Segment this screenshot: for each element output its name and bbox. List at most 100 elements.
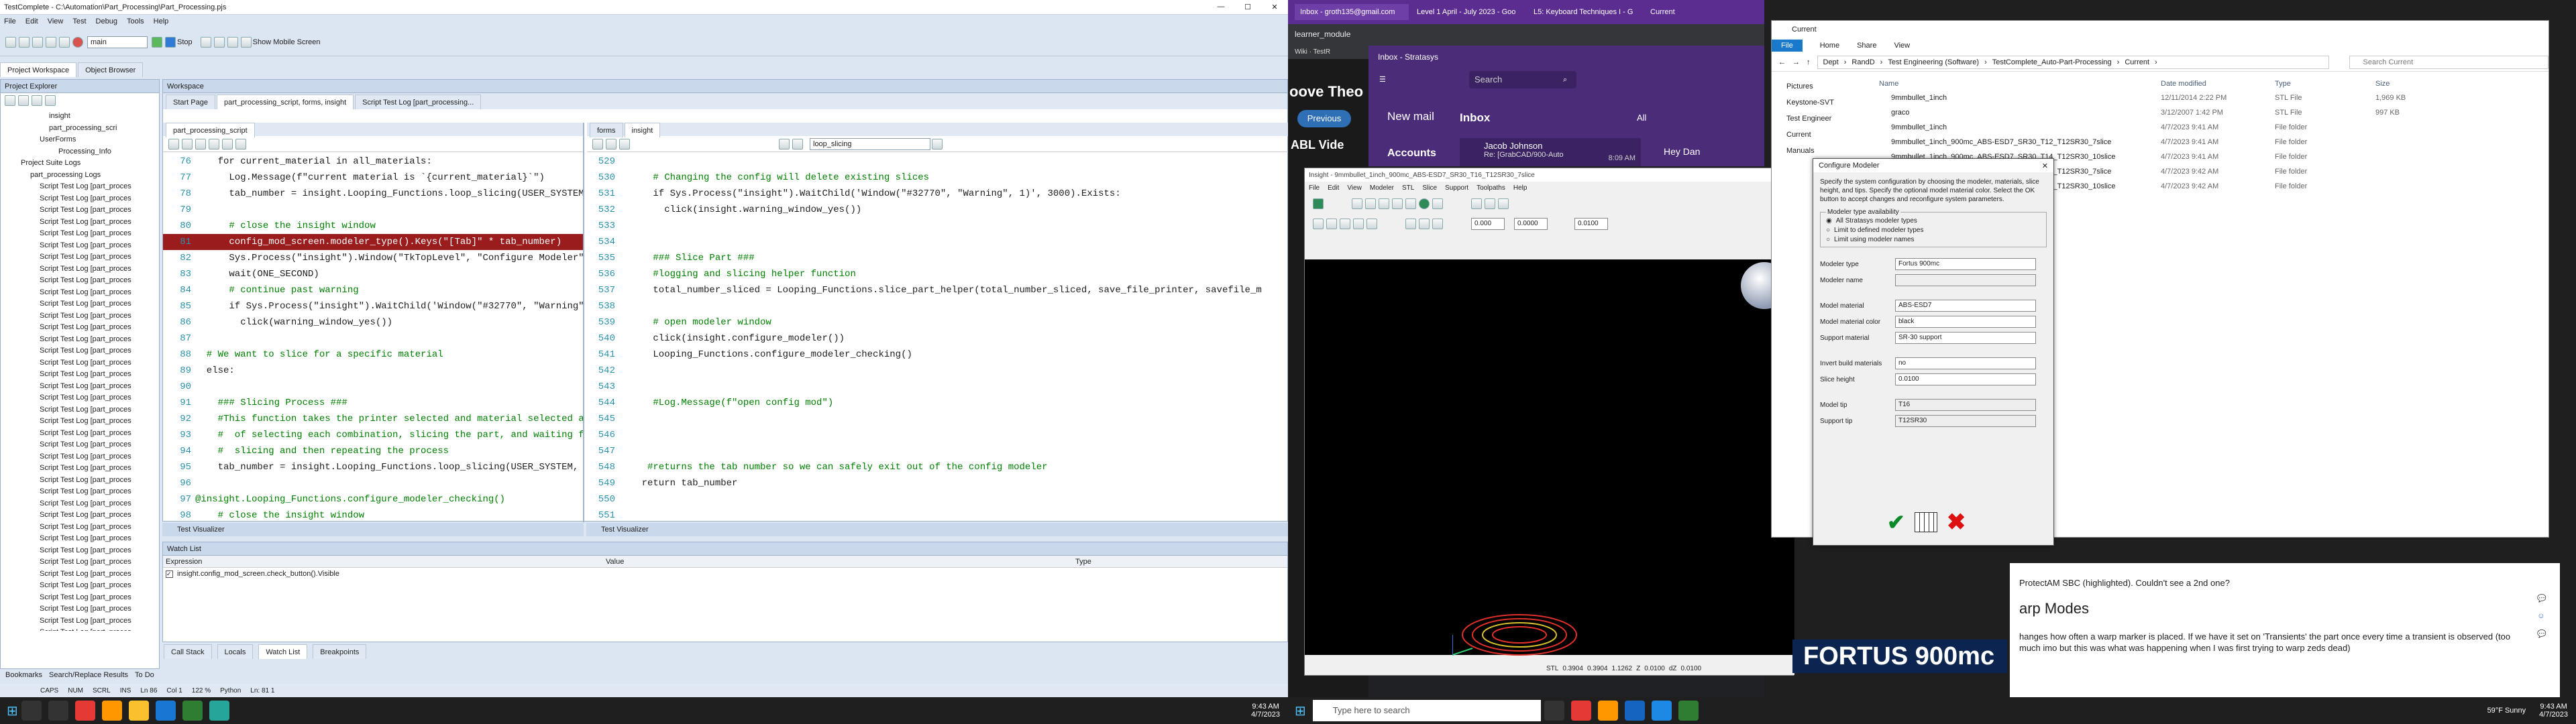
radio-option[interactable]: ◉ All Stratasys modeler types	[1826, 216, 2041, 225]
taskbar-search[interactable]: Type here to search	[1312, 700, 1541, 721]
tree-item[interactable]: Script Test Log [part_proces	[1, 545, 159, 557]
mobile-screen-label[interactable]: Show Mobile Screen	[253, 38, 321, 46]
menu-file[interactable]: File	[4, 17, 16, 25]
insight-menu[interactable]: Slice	[1422, 184, 1437, 192]
insight-menu[interactable]: Toolpaths	[1477, 184, 1505, 192]
function-combo[interactable]: loop_slicing	[810, 137, 930, 150]
tree-item[interactable]: Script Test Log [part_proces	[1, 228, 159, 240]
mobile-icon[interactable]	[240, 36, 252, 48]
tree-item[interactable]: Script Test Log [part_proces	[1, 615, 159, 627]
tree-item[interactable]: Script Test Log [part_proces	[1, 522, 159, 534]
tree-item[interactable]: Script Test Log [part_proces	[1, 357, 159, 369]
nav-item[interactable]: Current	[1786, 127, 1859, 143]
tree-item[interactable]: Script Test Log [part_proces	[1, 451, 159, 463]
project-tab[interactable]: Project Workspace	[0, 62, 77, 77]
toolpath-icon[interactable]	[1432, 219, 1443, 229]
close-button[interactable]: ✕	[1261, 3, 1288, 11]
tree-item[interactable]: Script Test Log [part_proces	[1, 251, 159, 263]
tree-item[interactable]: Script Test Log [part_proces	[1, 463, 159, 475]
mail-item[interactable]: Jacob Johnson Re: [GrabCAD/900-Auto 8:09…	[1460, 138, 1641, 166]
go-icon[interactable]	[932, 138, 943, 149]
tree-item[interactable]: Script Test Log [part_proces	[1, 263, 159, 276]
properties-icon[interactable]	[32, 95, 42, 106]
ok-check-icon[interactable]: ✔	[1887, 509, 1905, 535]
insight-menu[interactable]: Help	[1513, 184, 1527, 192]
left-editor-tab[interactable]: part_processing_script	[166, 123, 255, 137]
tree-item[interactable]: Script Test Log [part_proces	[1, 533, 159, 545]
outdent-icon[interactable]	[606, 138, 616, 149]
tree-item[interactable]: UserForms	[1, 134, 159, 146]
debug-tab[interactable]: Call Stack	[164, 644, 212, 659]
hamburger-icon[interactable]: ☰	[1379, 75, 1386, 84]
bottom-tab[interactable]: Bookmarks	[5, 671, 42, 679]
tool-icon[interactable]	[1379, 198, 1389, 209]
tree-item[interactable]: insight	[1, 111, 159, 123]
config-select[interactable]: black	[1895, 316, 2036, 328]
tree-item[interactable]: Script Test Log [part_proces	[1, 392, 159, 404]
tool-icon[interactable]	[1392, 198, 1403, 209]
file-column[interactable]: Type	[2275, 80, 2375, 88]
uncomment-icon[interactable]	[209, 138, 219, 149]
comment-icon[interactable]	[619, 138, 630, 149]
insight-field-3[interactable]: 0.0100	[1574, 218, 1608, 230]
firefox-icon[interactable]	[1597, 701, 1618, 721]
url-text[interactable]: learner_module	[1295, 29, 1350, 39]
refresh-icon[interactable]	[45, 95, 56, 106]
zoom-in-icon[interactable]	[1485, 198, 1495, 209]
mail-search[interactable]: Search	[1469, 71, 1576, 88]
tree-item[interactable]: Project Suite Logs	[1, 158, 159, 170]
explorer-search[interactable]: Search Current	[2349, 55, 2548, 69]
tree-item[interactable]: Script Test Log [part_proces	[1, 381, 159, 393]
firefox-icon[interactable]	[101, 701, 122, 721]
file-row[interactable]: 9mmbullet_1inch_900mc_ABS-ESD7_SR30_T12_…	[1879, 135, 2543, 149]
tree-item[interactable]: part_processing_scri	[1, 123, 159, 135]
debug-tab[interactable]: Breakpoints	[313, 644, 367, 659]
tree-item[interactable]: Script Test Log [part_proces	[1, 369, 159, 381]
maximize-button[interactable]: ☐	[1234, 3, 1261, 11]
tree-item[interactable]: Script Test Log [part_proces	[1, 509, 159, 522]
back-arrow-icon[interactable]: ←	[1778, 58, 1786, 66]
insight-menu[interactable]: Edit	[1328, 184, 1339, 192]
zoom-out-icon[interactable]	[1498, 198, 1509, 209]
browser-tab[interactable]: Level 1 April - July 2023 - Goo	[1411, 4, 1525, 20]
file-row[interactable]: 9mmbullet_1inch 4/7/2023 9:41 AM File fold…	[1879, 120, 2543, 135]
undo-icon[interactable]	[46, 36, 56, 48]
tree-item[interactable]: Script Test Log [part_proces	[1, 580, 159, 592]
search-icon[interactable]: ⌕	[1563, 76, 1567, 84]
excel-icon[interactable]	[1678, 701, 1699, 721]
emoji-icon[interactable]: ☺	[2537, 612, 2546, 620]
ribbon-tab[interactable]: File	[1772, 40, 1803, 52]
tool-icon[interactable]	[1365, 198, 1376, 209]
checkbox-icon[interactable]: ✓	[166, 570, 173, 578]
breadcrumb-item[interactable]: Dept	[1823, 58, 1839, 66]
config-select[interactable]: ABS-ESD7	[1895, 300, 2036, 312]
align-icon[interactable]	[1366, 219, 1377, 229]
tree-item[interactable]: Script Test Log [part_proces	[1, 310, 159, 322]
config-select[interactable]: T12SR30	[1895, 415, 2036, 427]
config-select[interactable]: Fortus 900mc	[1895, 258, 2036, 270]
radio-icon[interactable]: ○	[1826, 236, 1830, 243]
tree-item[interactable]: Script Test Log [part_proces	[1, 298, 159, 310]
add-icon[interactable]	[5, 95, 15, 106]
toolpath-icon[interactable]	[1419, 219, 1430, 229]
step-icon[interactable]	[213, 36, 225, 48]
config-select[interactable]: SR-30 support	[1895, 332, 2036, 344]
zoom-icon[interactable]	[1471, 198, 1482, 209]
toolbar-combo[interactable]: main	[87, 36, 148, 48]
tree-item[interactable]: Script Test Log [part_proces	[1, 627, 159, 631]
new-icon[interactable]	[5, 36, 16, 48]
task-view-icon[interactable]	[1544, 701, 1564, 721]
reset-grid-icon[interactable]	[1914, 512, 1937, 532]
menu-test[interactable]: Test	[72, 17, 86, 25]
workspace-tab[interactable]: Script Test Log [part_processing...	[355, 95, 482, 109]
new-mail-button[interactable]: New mail	[1387, 110, 1434, 123]
tree-item[interactable]: Processing_Info	[1, 146, 159, 158]
config-select[interactable]: 0.0100	[1895, 373, 2036, 385]
menu-debug[interactable]: Debug	[96, 17, 117, 25]
breadcrumb-item[interactable]: RandD	[1851, 58, 1874, 66]
nav-item[interactable]: Keystone-SVT	[1786, 95, 1859, 111]
outlook-icon[interactable]	[1624, 701, 1645, 721]
debug-tab[interactable]: Locals	[217, 644, 254, 659]
start-icon[interactable]: ⊞	[1295, 703, 1306, 719]
menu-edit[interactable]: Edit	[25, 17, 38, 25]
